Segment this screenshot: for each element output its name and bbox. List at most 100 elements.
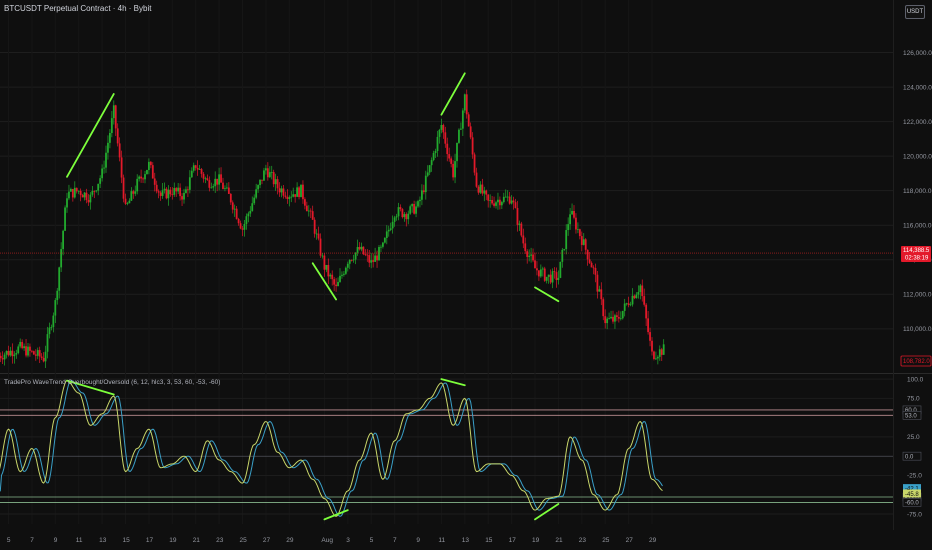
candle-body bbox=[110, 118, 113, 133]
candle-body bbox=[224, 188, 226, 190]
candle-body bbox=[637, 292, 640, 295]
osc-tick: -75.0 bbox=[907, 511, 922, 518]
candle-body bbox=[257, 185, 259, 190]
candle-body bbox=[354, 252, 357, 260]
current-price-countdown: 02:38:19 bbox=[905, 256, 929, 262]
candle-body bbox=[73, 187, 76, 198]
candle-body bbox=[233, 208, 236, 210]
candle-body bbox=[378, 247, 380, 261]
candle-body bbox=[206, 178, 209, 181]
candle-body bbox=[214, 178, 217, 187]
candle-body bbox=[292, 194, 295, 197]
candle-body bbox=[588, 259, 591, 263]
candle-body bbox=[153, 178, 156, 185]
candle-body bbox=[352, 259, 355, 261]
candle-body bbox=[179, 187, 181, 197]
candle-body bbox=[545, 276, 548, 281]
candle-body bbox=[66, 198, 68, 208]
candle-body bbox=[128, 200, 131, 204]
candle-body bbox=[309, 210, 312, 212]
time-tick: 19 bbox=[532, 537, 540, 544]
candle-body bbox=[643, 296, 646, 305]
candle-body bbox=[497, 199, 499, 203]
candle-body bbox=[415, 206, 417, 214]
candle-body bbox=[265, 168, 267, 171]
candle-body bbox=[140, 176, 142, 179]
candle-body bbox=[107, 142, 109, 153]
candle-body bbox=[31, 350, 33, 352]
candle-body bbox=[578, 229, 581, 237]
candle-body bbox=[530, 254, 532, 256]
candle-body bbox=[532, 254, 534, 261]
candle-body bbox=[194, 165, 197, 168]
candle-body bbox=[155, 184, 158, 192]
candle-body bbox=[633, 295, 636, 299]
candle-body bbox=[411, 203, 414, 207]
wt1-tag-value: -45.8 bbox=[905, 492, 919, 498]
candle-body bbox=[93, 190, 96, 192]
candle-body bbox=[491, 200, 493, 204]
candle-body bbox=[70, 188, 72, 192]
candle-body bbox=[114, 105, 117, 129]
candle-body bbox=[481, 184, 484, 194]
candle-body bbox=[220, 174, 222, 183]
candle-body bbox=[475, 172, 478, 187]
candle-body bbox=[592, 267, 595, 269]
candle-body bbox=[167, 189, 170, 199]
candle-body bbox=[602, 299, 605, 317]
candle-body bbox=[485, 190, 488, 195]
candle-body bbox=[430, 160, 433, 166]
candle-body bbox=[315, 233, 318, 235]
candle-body bbox=[623, 303, 626, 311]
price-tick: 118,000.0 bbox=[903, 188, 932, 195]
candle-body bbox=[251, 203, 254, 211]
candle-body bbox=[662, 344, 665, 355]
candle-body bbox=[175, 188, 178, 192]
candle-body bbox=[563, 248, 566, 250]
candle-body bbox=[85, 192, 88, 201]
candle-body bbox=[339, 275, 341, 282]
time-tick: 29 bbox=[286, 537, 294, 544]
time-tick: 27 bbox=[626, 537, 634, 544]
indicator-label[interactable]: TradePro WaveTrend Overbought/Oversold (… bbox=[4, 379, 220, 386]
candle-body bbox=[438, 129, 441, 137]
candle-body bbox=[227, 187, 230, 194]
candle-body bbox=[337, 281, 339, 287]
candle-body bbox=[448, 154, 451, 159]
candle-body bbox=[514, 202, 517, 208]
candle-body bbox=[500, 202, 503, 206]
candle-body bbox=[311, 211, 314, 220]
candle-body bbox=[489, 200, 492, 201]
candle-body bbox=[132, 191, 135, 194]
candle-body bbox=[374, 255, 376, 262]
candle-body bbox=[296, 187, 298, 197]
candle-body bbox=[36, 350, 39, 356]
candle-body bbox=[543, 268, 546, 281]
candle-body bbox=[27, 346, 29, 356]
candle-body bbox=[34, 354, 37, 356]
time-tick: 9 bbox=[416, 537, 420, 544]
candle-body bbox=[77, 190, 80, 192]
currency-button[interactable]: USDT bbox=[905, 5, 925, 19]
osc-level-value: -60.0 bbox=[905, 501, 919, 507]
candle-body bbox=[185, 189, 187, 193]
candle-body bbox=[614, 315, 616, 322]
candle-body bbox=[259, 179, 261, 186]
candle-body bbox=[366, 254, 369, 256]
candle-body bbox=[436, 136, 439, 151]
candle-body bbox=[151, 165, 154, 179]
candle-body bbox=[118, 143, 121, 158]
candle-body bbox=[627, 303, 630, 306]
candle-body bbox=[188, 177, 191, 190]
time-tick: Aug bbox=[321, 537, 333, 544]
candle-body bbox=[268, 172, 271, 178]
candle-body bbox=[413, 203, 415, 214]
candle-body bbox=[446, 143, 449, 155]
candle-body bbox=[610, 316, 612, 319]
candle-body bbox=[274, 179, 277, 185]
candle-body bbox=[370, 260, 373, 263]
candle-body bbox=[142, 178, 144, 180]
chart-canvas[interactable]: 60.053.00.0-53.0-60.0 110,000.0112,000.0… bbox=[0, 0, 932, 550]
main-grid bbox=[0, 0, 932, 550]
candle-body bbox=[237, 218, 240, 224]
